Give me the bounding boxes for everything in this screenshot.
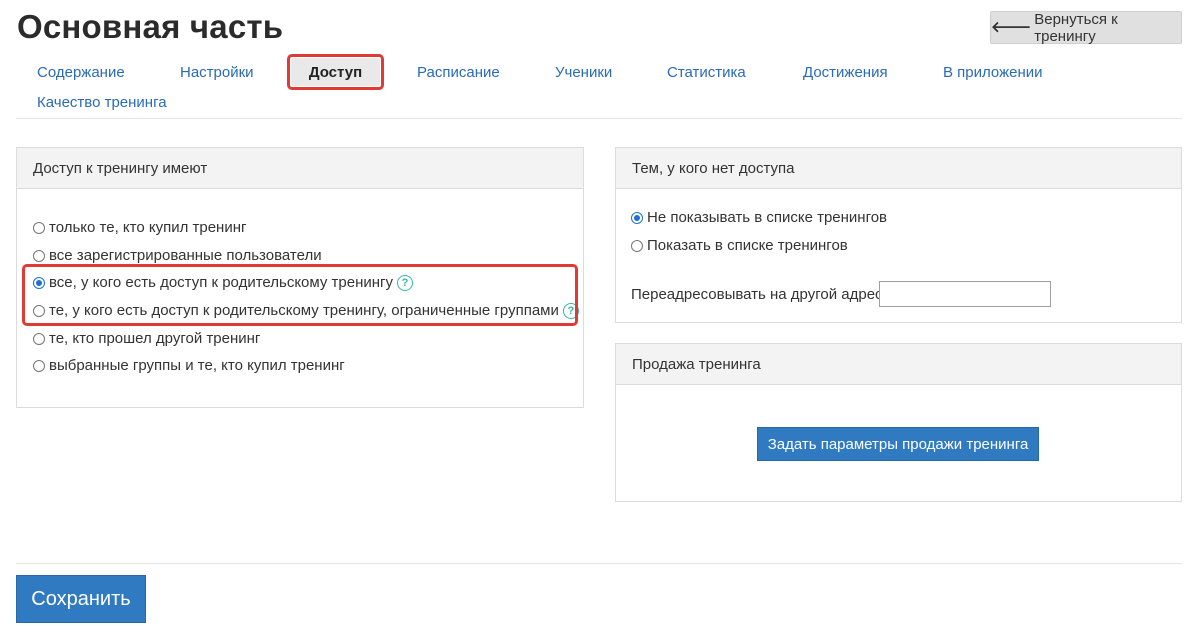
tab-settings[interactable]: Настройки [180, 64, 254, 81]
back-to-training-button[interactable]: 🡐 Вернуться к тренингу [990, 10, 1182, 45]
help-icon[interactable]: ? [397, 274, 414, 291]
radio-registered[interactable] [33, 249, 45, 262]
tab-students[interactable]: Ученики [555, 64, 612, 81]
redirect-url-input[interactable] [879, 281, 1051, 307]
access-panel-title: Доступ к тренингу имеют [17, 148, 583, 189]
access-option-registered[interactable]: все зарегистрированные пользователи [33, 247, 322, 264]
option-label: все зарегистрированные пользователи [49, 247, 322, 264]
option-label: все, у кого есть доступ к родительскому … [49, 274, 394, 291]
radio-parent[interactable] [33, 276, 45, 289]
radio-other-training[interactable] [33, 332, 45, 345]
help-icon[interactable]: ? [562, 302, 579, 319]
tabs-divider [16, 118, 1182, 119]
option-label: только те, кто купил тренинг [49, 219, 247, 236]
tab-in-app[interactable]: В приложении [943, 64, 1043, 81]
tab-content[interactable]: Содержание [37, 64, 125, 81]
save-button[interactable]: Сохранить [16, 575, 146, 623]
access-option-purchased[interactable]: только те, кто купил тренинг [33, 219, 246, 236]
option-label: те, у кого есть доступ к родительскому т… [49, 302, 559, 319]
radio-show[interactable] [631, 239, 643, 252]
access-option-parent-groups[interactable]: те, у кого есть доступ к родительскому т… [33, 302, 579, 319]
tab-achievements[interactable]: Достижения [803, 64, 888, 81]
arrow-left-icon: 🡐 [991, 19, 1032, 36]
radio-hide[interactable] [631, 211, 643, 224]
tab-training-quality[interactable]: Качество тренинга [37, 94, 167, 111]
back-button-label: Вернуться к тренингу [1034, 10, 1118, 45]
sale-panel-title: Продажа тренинга [616, 344, 1181, 385]
tab-access[interactable]: Доступ [291, 58, 380, 86]
page-title: Основная часть [17, 8, 284, 45]
tab-schedule[interactable]: Расписание [417, 64, 500, 81]
redirect-label: Переадресовывать на другой адрес [631, 286, 883, 303]
radio-purchased[interactable] [33, 221, 45, 234]
no-access-option-show[interactable]: Показать в списке тренингов [631, 237, 848, 254]
no-access-panel-title: Тем, у кого нет доступа [616, 148, 1181, 189]
option-label: Показать в списке тренингов [647, 237, 848, 254]
footer-divider [16, 563, 1182, 564]
set-sale-params-button[interactable]: Задать параметры продажи тренинга [757, 427, 1039, 461]
no-access-option-hide[interactable]: Не показывать в списке тренингов [631, 209, 887, 226]
radio-groups-purchased[interactable] [33, 359, 45, 372]
sale-panel: Продажа тренинга [615, 343, 1182, 502]
option-label: те, кто прошел другой тренинг [49, 330, 261, 347]
tab-statistics[interactable]: Статистика [667, 64, 746, 81]
option-label: Не показывать в списке тренингов [647, 209, 888, 226]
access-option-groups-purchased[interactable]: выбранные группы и те, кто купил тренинг [33, 357, 345, 374]
access-option-other-training[interactable]: те, кто прошел другой тренинг [33, 330, 260, 347]
option-label: выбранные группы и те, кто купил тренинг [49, 357, 345, 374]
radio-parent-groups[interactable] [33, 304, 45, 317]
access-option-parent[interactable]: все, у кого есть доступ к родительскому … [33, 274, 414, 291]
